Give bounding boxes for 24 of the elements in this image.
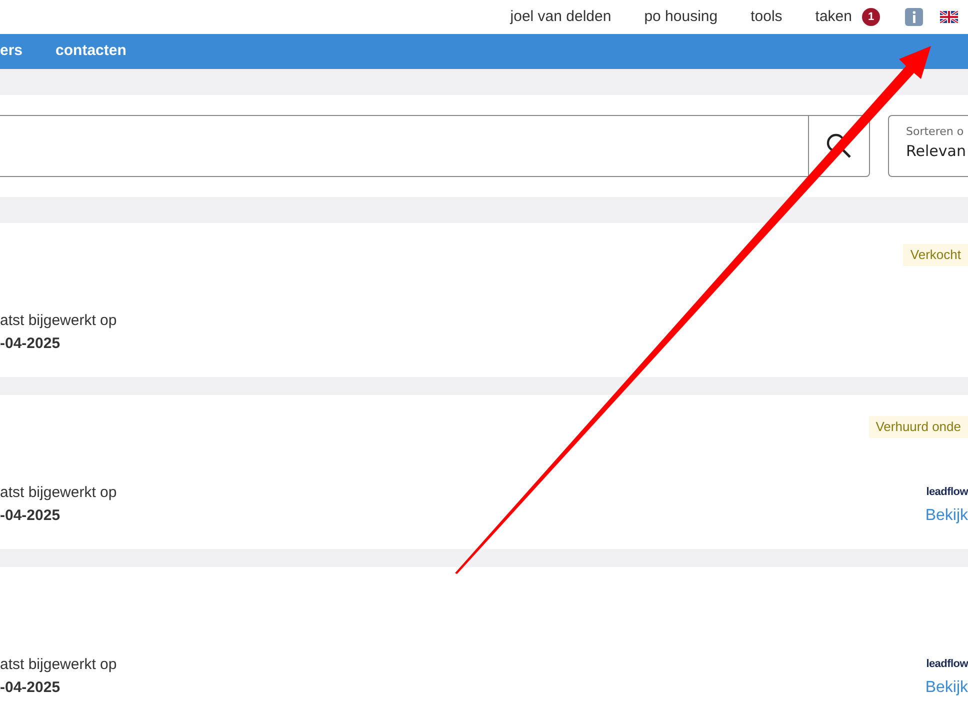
updated-label: atst bijgewerkt op xyxy=(0,483,117,503)
top-nav-link[interactable]: joel van delden xyxy=(510,6,612,28)
updated-date: -04-2025 xyxy=(0,678,62,698)
sort-select[interactable]: Sorteren o Relevan xyxy=(888,115,968,177)
view-link[interactable]: Bekijk xyxy=(925,505,968,527)
top-nav-link[interactable]: tools xyxy=(750,6,782,28)
main-nav-link[interactable]: ers xyxy=(0,40,23,63)
uk-flag-icon[interactable] xyxy=(940,11,958,23)
updated-date: -04-2025 xyxy=(0,506,62,526)
status-badge: Verkocht xyxy=(903,244,968,266)
top-nav-link[interactable]: po housing xyxy=(644,6,718,28)
task-count-badge: 1 xyxy=(862,8,880,26)
source-logo: leadflow xyxy=(926,485,968,499)
sort-value: Relevan xyxy=(906,141,967,162)
updated-label: atst bijgewerkt op xyxy=(0,311,117,331)
updated-date: -04-2025 xyxy=(0,334,62,354)
tasks-link[interactable]: taken xyxy=(815,6,852,28)
status-badge: Verhuurd onde xyxy=(868,416,968,438)
info-icon[interactable] xyxy=(905,8,923,26)
updated-label: atst bijgewerkt op xyxy=(0,655,117,675)
view-link[interactable]: Bekijk xyxy=(925,677,968,699)
sort-label: Sorteren o xyxy=(906,125,965,139)
main-nav-link[interactable]: contacten xyxy=(56,40,126,63)
source-logo: leadflow xyxy=(926,657,968,671)
